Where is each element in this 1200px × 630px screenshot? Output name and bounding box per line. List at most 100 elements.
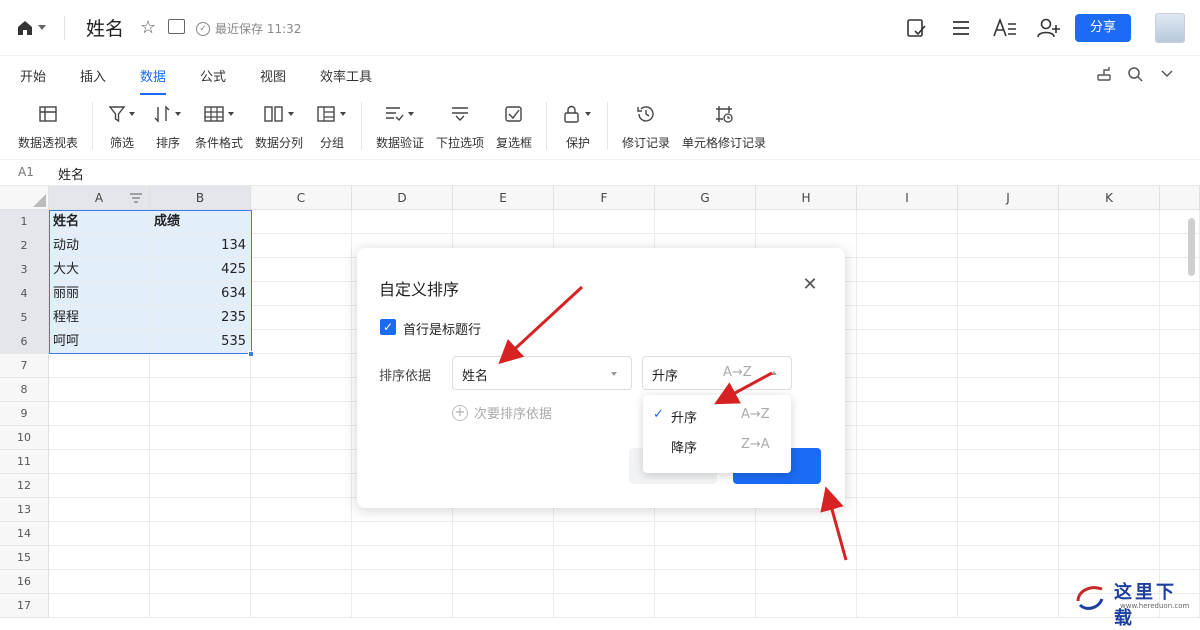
grid-cell[interactable] <box>1160 378 1200 402</box>
row-header[interactable]: 14 <box>0 522 49 546</box>
grid-cell[interactable] <box>1160 282 1200 306</box>
tab-insert[interactable]: 插入 <box>80 66 106 85</box>
grid-cell[interactable] <box>49 570 150 594</box>
grid-cell[interactable] <box>756 570 857 594</box>
sort-button[interactable]: 排序 <box>154 102 182 154</box>
move-to-folder-icon[interactable] <box>168 19 185 34</box>
grid-cell[interactable] <box>1160 522 1200 546</box>
grid-cell[interactable] <box>1059 282 1160 306</box>
grid-cell[interactable] <box>958 258 1059 282</box>
grid-cell[interactable] <box>857 498 958 522</box>
grid-cell[interactable] <box>554 546 655 570</box>
column-header-i[interactable]: I <box>857 186 958 210</box>
cell-a6[interactable]: 呵呵 <box>49 330 150 354</box>
grid-cell[interactable] <box>251 402 352 426</box>
row-header[interactable]: 9 <box>0 402 49 426</box>
grid-cell[interactable] <box>655 522 756 546</box>
grid-cell[interactable] <box>49 522 150 546</box>
avatar[interactable] <box>1155 13 1185 43</box>
grid-cell[interactable] <box>1059 258 1160 282</box>
row-header[interactable]: 4 <box>0 282 49 306</box>
grid-cell[interactable] <box>352 210 453 234</box>
grid-cell[interactable] <box>857 570 958 594</box>
grid-cell[interactable] <box>958 306 1059 330</box>
grid-cell[interactable] <box>251 234 352 258</box>
tab-data[interactable]: 数据 <box>140 66 167 95</box>
grid-cell[interactable] <box>150 450 251 474</box>
grid-cell[interactable] <box>1160 546 1200 570</box>
grid-cell[interactable] <box>958 378 1059 402</box>
grid-cell[interactable] <box>1059 522 1160 546</box>
grid-cell[interactable] <box>1059 450 1160 474</box>
row-header[interactable]: 12 <box>0 474 49 498</box>
grid-cell[interactable] <box>1160 426 1200 450</box>
grid-cell[interactable] <box>352 594 453 618</box>
grid-cell[interactable] <box>1059 402 1160 426</box>
grid-cell[interactable] <box>49 546 150 570</box>
close-icon[interactable]: ✕ <box>801 276 819 294</box>
grid-cell[interactable] <box>1160 354 1200 378</box>
grid-cell[interactable] <box>756 546 857 570</box>
grid-cell[interactable] <box>958 474 1059 498</box>
grid-cell[interactable] <box>857 450 958 474</box>
row-header[interactable]: 8 <box>0 378 49 402</box>
grid-cell[interactable] <box>251 546 352 570</box>
header-row-checkbox[interactable]: ✓ <box>380 319 396 335</box>
grid-cell[interactable] <box>251 378 352 402</box>
row-header[interactable]: 5 <box>0 306 49 330</box>
grid-cell[interactable] <box>453 210 554 234</box>
grid-cell[interactable] <box>150 570 251 594</box>
grid-cell[interactable] <box>857 282 958 306</box>
cell-b5[interactable]: 235 <box>150 306 251 330</box>
column-header-h[interactable]: H <box>756 186 857 210</box>
grid-cell[interactable] <box>1160 498 1200 522</box>
menu-button[interactable] <box>948 15 974 41</box>
grid-cell[interactable] <box>49 354 150 378</box>
tab-efficiency-tools[interactable]: 效率工具 <box>320 66 372 85</box>
grid-cell[interactable] <box>49 450 150 474</box>
grid-cell[interactable] <box>857 546 958 570</box>
grid-cell[interactable] <box>251 210 352 234</box>
grid-cell[interactable] <box>958 210 1059 234</box>
grid-cell[interactable] <box>453 594 554 618</box>
grid-cell[interactable] <box>1160 330 1200 354</box>
cell-revision-history-button[interactable]: 单元格修订记录 <box>682 102 766 154</box>
grid-cell[interactable] <box>251 306 352 330</box>
grid-cell[interactable] <box>251 450 352 474</box>
grid-cell[interactable] <box>857 594 958 618</box>
grid-cell[interactable] <box>251 522 352 546</box>
cell-b1[interactable]: 成绩 <box>150 210 251 234</box>
add-collaborator-button[interactable] <box>1036 15 1062 41</box>
grid-cell[interactable] <box>453 546 554 570</box>
grid-cell[interactable] <box>251 426 352 450</box>
sort-order-select[interactable]: 升序 A→Z <box>642 356 792 390</box>
format-painter-icon[interactable] <box>1095 65 1113 83</box>
grid-cell[interactable] <box>150 402 251 426</box>
column-header-c[interactable]: C <box>251 186 352 210</box>
conditional-format-button[interactable]: 条件格式 <box>195 102 243 154</box>
grid-cell[interactable] <box>958 594 1059 618</box>
grid-cell[interactable] <box>49 378 150 402</box>
grid-cell[interactable] <box>150 594 251 618</box>
grid-cell[interactable] <box>857 378 958 402</box>
grid-cell[interactable] <box>857 210 958 234</box>
grid-cell[interactable] <box>150 546 251 570</box>
checkbox-button[interactable]: 复选框 <box>496 102 532 154</box>
grid-cell[interactable] <box>251 474 352 498</box>
row-header[interactable]: 13 <box>0 498 49 522</box>
dropdown-option-button[interactable]: 下拉选项 <box>436 102 484 154</box>
grid-cell[interactable] <box>453 522 554 546</box>
home-button[interactable] <box>16 18 50 38</box>
grid-cell[interactable] <box>756 210 857 234</box>
grid-cell[interactable] <box>352 570 453 594</box>
column-header-k[interactable]: K <box>1059 186 1160 210</box>
grid-cell[interactable] <box>1059 378 1160 402</box>
grid-cell[interactable] <box>251 570 352 594</box>
row-header[interactable]: 16 <box>0 570 49 594</box>
tab-start[interactable]: 开始 <box>20 66 46 85</box>
grid-cell[interactable] <box>554 210 655 234</box>
grid-cell[interactable] <box>554 594 655 618</box>
menu-item-ascending[interactable]: ✓ 升序 A→Z <box>643 401 791 431</box>
column-header-d[interactable]: D <box>352 186 453 210</box>
grid-cell[interactable] <box>655 546 756 570</box>
